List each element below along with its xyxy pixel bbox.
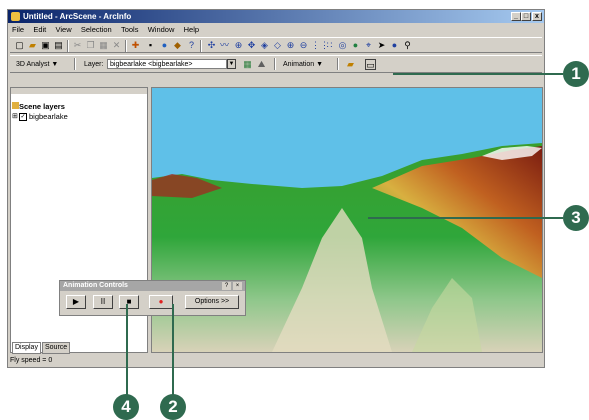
zoom-out-icon[interactable]: ⊖ xyxy=(298,40,309,51)
menu-window[interactable]: Window xyxy=(148,25,175,34)
fly-icon[interactable]: 〰 xyxy=(219,40,230,51)
title-bar: Untitled - ArcScene - ArcInfo _ □ x xyxy=(8,10,544,23)
layers-icon xyxy=(12,102,19,109)
layer-checkbox[interactable]: ✓ xyxy=(19,113,27,121)
expand-fov-icon[interactable]: ∷ xyxy=(324,40,335,51)
callout-3-line xyxy=(368,217,563,219)
menu-file[interactable]: File xyxy=(12,25,24,34)
status-bar: Fly speed = 0 xyxy=(10,355,542,366)
layer-label: Layer: xyxy=(84,61,104,68)
animation-controls-title: Animation Controls xyxy=(60,281,245,291)
expand-icon[interactable]: ⊞ xyxy=(12,112,18,120)
zoom-in-icon[interactable]: ⊕ xyxy=(285,40,296,51)
menu-help[interactable]: Help xyxy=(184,25,199,34)
scene-layers-title: Scene layers xyxy=(19,102,65,111)
target-icon[interactable]: ◈ xyxy=(259,40,270,51)
standard-toolbar: ▢ ▰ ▣ ▤ ✂ ❐ ▦ ✕ ✚ ▪ ● ◆ ? ✣ 〰 ⊕ ✥ ◈ ◇ ⊕ … xyxy=(10,37,542,53)
save-icon[interactable]: ▣ xyxy=(40,40,51,51)
maximize-button[interactable]: □ xyxy=(521,12,531,21)
stop-button[interactable]: ■ xyxy=(119,295,139,309)
globe-view-icon[interactable]: ● xyxy=(350,40,361,51)
menu-bar: File Edit View Selection Tools Window He… xyxy=(8,24,544,36)
globe-icon[interactable]: ● xyxy=(159,40,170,51)
animation-label: Animation xyxy=(283,61,315,68)
arcscene-app-icon xyxy=(11,12,20,21)
status-text: Fly speed = 0 xyxy=(10,357,53,364)
3d-analyst-label: 3D Analyst xyxy=(16,61,50,68)
camera-icon[interactable]: ▰ xyxy=(345,59,356,70)
callout-1-line xyxy=(393,73,563,75)
identify-icon[interactable]: ● xyxy=(389,40,400,51)
menu-tools[interactable]: Tools xyxy=(121,25,139,34)
full-extent-icon[interactable]: ◎ xyxy=(337,40,348,51)
callout-2: 2 xyxy=(160,394,186,420)
paste-icon[interactable]: ▦ xyxy=(98,40,109,51)
callout-1: 1 xyxy=(563,61,589,87)
tab-display[interactable]: Display xyxy=(12,342,41,354)
open-icon[interactable]: ▰ xyxy=(27,40,38,51)
animation-dropdown[interactable]: Animation ▼ xyxy=(283,59,323,70)
record-button[interactable]: ● xyxy=(149,295,173,309)
cut-icon[interactable]: ✂ xyxy=(72,40,83,51)
find-icon[interactable]: ⚲ xyxy=(402,40,413,51)
center-target-icon[interactable]: ⌖ xyxy=(363,40,374,51)
navigate-icon[interactable]: ✣ xyxy=(206,40,217,51)
menu-selection[interactable]: Selection xyxy=(81,25,112,34)
select-icon[interactable]: ➤ xyxy=(376,40,387,51)
whats-this-icon[interactable]: ? xyxy=(186,40,197,51)
close-controls-button[interactable]: × xyxy=(233,282,242,290)
toc-header xyxy=(11,88,147,94)
layer-select[interactable]: bigbearlake <bigbearlake> xyxy=(107,59,227,69)
steepest-path-icon[interactable]: ⛰ xyxy=(256,59,267,70)
close-button[interactable]: x xyxy=(532,12,542,21)
narrow-fov-icon[interactable]: ⋮⋮ xyxy=(311,40,329,51)
options-button[interactable]: Options >> xyxy=(185,295,239,309)
delete-icon[interactable]: ✕ xyxy=(111,40,122,51)
minimize-button[interactable]: _ xyxy=(511,12,521,21)
tab-source[interactable]: Source xyxy=(42,342,71,354)
3d-analyst-dropdown[interactable]: 3D Analyst ▼ xyxy=(16,59,58,70)
animation-controls-window: Animation Controls ? × ▶ II ■ ● Options … xyxy=(59,280,246,316)
arctoolbox-icon[interactable]: ◆ xyxy=(172,40,183,51)
analyst-toolbar: 3D Analyst ▼ Layer: bigbearlake <bigbear… xyxy=(10,55,542,73)
callout-2-line xyxy=(172,304,174,396)
chevron-down-icon[interactable]: ▼ xyxy=(227,59,236,69)
open-animation-controls-button[interactable]: ▭ xyxy=(365,59,376,70)
window-title: Untitled - ArcScene - ArcInfo xyxy=(23,12,132,21)
contour-icon[interactable]: ▦ xyxy=(242,59,253,70)
scene-properties-icon[interactable]: ▪ xyxy=(145,40,156,51)
copy-icon[interactable]: ❐ xyxy=(85,40,96,51)
layer-name[interactable]: bigbearlake xyxy=(29,112,68,121)
callout-4: 4 xyxy=(113,394,139,420)
zoom-to-target-icon[interactable]: ◇ xyxy=(272,40,283,51)
help-button[interactable]: ? xyxy=(222,282,231,290)
zoom-in-out-icon[interactable]: ⊕ xyxy=(233,40,244,51)
pan-icon[interactable]: ✥ xyxy=(246,40,257,51)
callout-4-line xyxy=(126,304,128,396)
callout-3: 3 xyxy=(563,205,589,231)
menu-edit[interactable]: Edit xyxy=(33,25,46,34)
print-icon[interactable]: ▤ xyxy=(53,40,64,51)
add-data-icon[interactable]: ✚ xyxy=(130,40,141,51)
play-button[interactable]: ▶ xyxy=(66,295,86,309)
pause-button[interactable]: II xyxy=(93,295,113,309)
new-icon[interactable]: ▢ xyxy=(14,40,25,51)
menu-view[interactable]: View xyxy=(56,25,72,34)
